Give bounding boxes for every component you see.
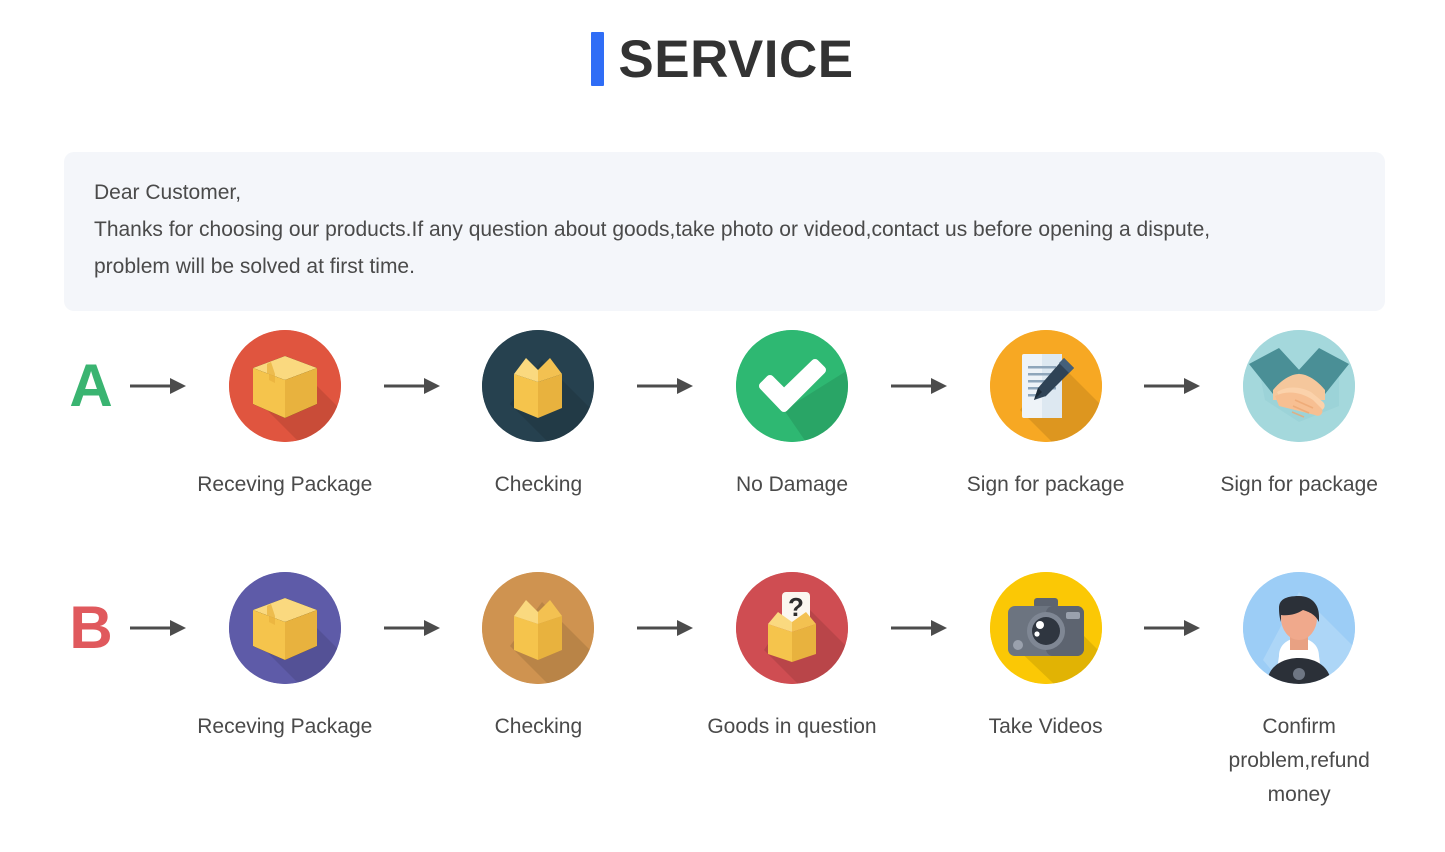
person-icon [1243,572,1356,684]
question-box-icon: ? [735,572,848,684]
arrow-right-icon [376,572,448,684]
flow-step-label: Confirm problem,refund money [1228,715,1370,806]
flow-row-a: A Receving Package Checking No Damage Sign f… [60,330,1390,502]
flow-step: Take Videos [955,572,1137,744]
handshake-icon [1243,330,1356,442]
flow-step-label: Sign for package [1220,473,1378,496]
flow-letter-b: B [69,594,113,661]
camera-icon [989,572,1102,684]
flow-step-label: Receving Package [197,473,373,496]
flow-step: Sign for package [955,330,1137,502]
flow-step: Sign for package [1208,330,1390,502]
flow-step: ? Goods in question [701,572,883,744]
arrow-right-icon [883,572,955,684]
flow-step-label: Take Videos [988,715,1103,738]
arrow-right-icon [122,572,194,684]
customer-notice: Dear Customer, Thanks for choosing our p… [64,152,1385,311]
notice-line-2: Thanks for choosing our products.If any … [94,218,1211,241]
flow-step-label: No Damage [735,473,849,496]
flow-step: Checking [448,330,630,502]
arrow-right-icon [376,330,448,442]
service-page: SERVICE Dear Customer, Thanks for choosi… [0,0,1445,852]
page-title: SERVICE [0,0,1445,86]
flow-row-b: B Receving Package Checking? Goods in quest… [60,572,1390,812]
flow-step: Confirm problem,refund money [1208,572,1390,812]
notice-line-3: problem will be solved at first time. [94,255,415,278]
notice-line-1: Dear Customer, [94,181,242,204]
flow-step-label: Checking [494,473,583,496]
title-accent-bar [591,32,605,86]
flow-step: Receving Package [194,330,376,502]
flow-step-label: Receving Package [197,715,373,738]
check-mark-icon [735,330,848,442]
arrow-right-icon [883,330,955,442]
arrow-right-icon [122,330,194,442]
open-box-icon [482,330,595,442]
flow-step-label: Sign for package [966,473,1125,496]
closed-box-icon [228,572,341,684]
arrow-right-icon [1136,572,1208,684]
arrow-right-icon [629,330,701,442]
flow-step: Checking [448,572,630,744]
document-pen-icon [989,330,1102,442]
flow-step: Receving Package [194,572,376,744]
arrow-right-icon [1136,330,1208,442]
flow-step-label: Checking [494,715,583,738]
flow-step-label: Goods in question [707,715,877,738]
open-box-icon [482,572,595,684]
flow-letter-a: A [69,352,113,419]
page-title-text: SERVICE [618,29,854,89]
flow-step: No Damage [701,330,883,502]
closed-box-icon [228,330,341,442]
arrow-right-icon [629,572,701,684]
